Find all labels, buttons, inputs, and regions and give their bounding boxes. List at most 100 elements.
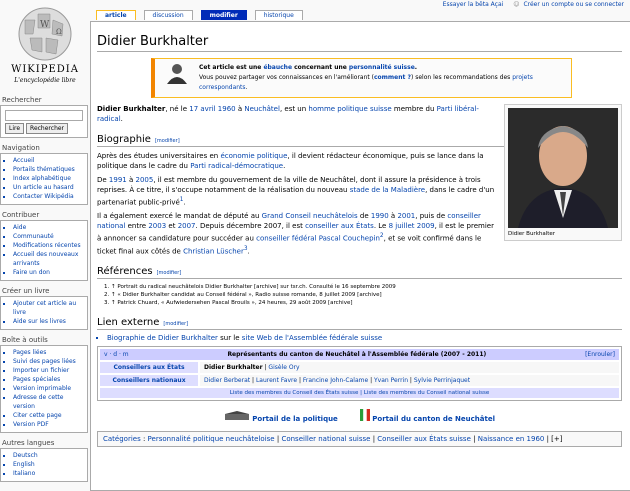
portrait-image (508, 108, 618, 228)
login-link[interactable]: Créer un compte ou se connecter (523, 1, 624, 8)
bio3-e: entre (125, 222, 149, 231)
navbox-member[interactable]: Sylvie Perrinjaquet (414, 377, 470, 384)
bio3-link-date[interactable]: 8 juillet 2009 (389, 222, 435, 230)
book-item-add[interactable]: Ajouter cet article au livre (13, 300, 76, 316)
contribute-item-community[interactable]: Communauté (13, 233, 54, 240)
tab-article[interactable]: article (96, 10, 136, 20)
tool-item-pdf[interactable]: Version PDF (13, 421, 49, 428)
references-edit-link[interactable]: [modifier] (157, 270, 182, 276)
tool-item-printable[interactable]: Version imprimable (13, 385, 71, 392)
stub-text-c: . (414, 64, 418, 71)
contribute-item-help[interactable]: Aide (13, 224, 26, 231)
tool-item-whatlinkshere[interactable]: Pages liées (13, 349, 46, 356)
navbox-group-etats[interactable]: Conseillers aux États (100, 361, 198, 373)
nav-item-random[interactable]: Un article au hasard (13, 184, 74, 191)
ext-link-biography[interactable]: Biographie de Didier Burkhalter (107, 334, 218, 342)
bio2-link-1991[interactable]: 1991 (109, 176, 127, 184)
intro-role-link[interactable]: homme politique suisse (308, 105, 391, 113)
search-heading: Rechercher (0, 94, 88, 106)
bio3-link-2003[interactable]: 2003 (148, 222, 166, 230)
navbox-member[interactable]: Francine John-Calame (303, 377, 368, 384)
navbox-vde[interactable]: v · d · m (104, 351, 129, 358)
external-link-edit-link[interactable]: [modifier] (163, 321, 188, 327)
nav-item-index[interactable]: Index alphabétique (13, 175, 71, 182)
reference-item[interactable]: ↑ « Didier Burkhalter candidat au Consei… (111, 291, 622, 299)
contribute-heading: Contribuer (0, 209, 88, 221)
category-item[interactable]: Conseiller national suisse (281, 435, 370, 443)
search-button[interactable]: Rechercher (26, 123, 69, 134)
lang-item-en[interactable]: English (13, 461, 35, 468)
tool-item-special-pages[interactable]: Pages spéciales (13, 376, 60, 383)
navbox-footer[interactable]: Liste des membres du Conseil des États s… (100, 387, 619, 398)
portrait-photo[interactable] (508, 108, 618, 228)
book-item-help[interactable]: Aide sur les livres (13, 318, 66, 325)
intro-t3: , est un (279, 105, 309, 113)
bio1-link-economy[interactable]: économie politique (220, 152, 287, 160)
book-heading: Créer un livre (0, 285, 88, 297)
book-portlet: Ajouter cet article au livre Aide sur le… (0, 297, 88, 330)
tool-item-upload[interactable]: Importer un fichier (13, 367, 69, 374)
references-heading: Références [modifier] (97, 266, 622, 279)
intro-city-link[interactable]: Neuchâtel (244, 105, 280, 113)
bio3-link-1990[interactable]: 1990 (371, 212, 389, 220)
portal-politics[interactable]: Portail de la politique (224, 410, 340, 423)
navbox-toggle[interactable]: [Enrouler] (585, 351, 615, 358)
stub-link-personality[interactable]: personnalité suisse (349, 64, 415, 71)
reference-item[interactable]: ↑ Patrick Chuard, « Aufwiedersehen Pasca… (111, 299, 622, 307)
stub-link-ebauche[interactable]: ébauche (263, 64, 292, 71)
category-item[interactable]: Naissance en 1960 (478, 435, 545, 443)
navbox-member[interactable]: Gisèle Ory (268, 364, 299, 371)
category-item[interactable]: Conseiller aux États suisse (377, 435, 471, 443)
stub-text-a: Cet article est une (199, 64, 264, 71)
bio2-link-2005[interactable]: 2005 (136, 176, 154, 184)
lang-item-it[interactable]: Italiano (13, 470, 35, 477)
biography-edit-link[interactable]: [modifier] (155, 138, 180, 144)
bio1-link-prd[interactable]: Parti radical-démocratique (190, 162, 283, 170)
tool-item-related-changes[interactable]: Suivi des pages liées (13, 358, 76, 365)
beta-link[interactable]: Essayer la bêta Açai (443, 1, 504, 8)
bio2-link-stadium[interactable]: stade de la Maladière (350, 186, 425, 194)
nav-item-portals[interactable]: Portails thématiques (13, 166, 75, 173)
bio3-link-etats[interactable]: conseiller aux États (305, 222, 374, 230)
portrait-icon (167, 64, 187, 84)
bio3-link-luscher[interactable]: Christian Lüscher (183, 247, 244, 255)
nav-item-home[interactable]: Accueil (13, 157, 34, 164)
category-expand[interactable]: [+] (551, 435, 562, 443)
portal-politics-label[interactable]: Portail de la politique (252, 415, 338, 423)
stub-link-how[interactable]: comment ? (374, 74, 411, 81)
bio3-link-2001[interactable]: 2001 (397, 212, 415, 220)
contribute-item-newcomers[interactable]: Accueil des nouveaux arrivants (13, 251, 78, 267)
bio3-b: de (357, 212, 371, 221)
tool-item-cite[interactable]: Citer cette page (13, 412, 62, 419)
lang-item-de[interactable]: Deutsch (13, 452, 38, 459)
reference-item[interactable]: ↑ Portrait du radical neuchâtelois Didie… (111, 283, 622, 291)
contribute-item-recent-changes[interactable]: Modifications récentes (13, 242, 81, 249)
bio3-link-grand-conseil[interactable]: Grand Conseil neuchâtelois (262, 212, 358, 220)
category-item[interactable]: Personnalité politique neuchâteloise (148, 435, 275, 443)
wikipedia-logo[interactable]: W Ω WIKIPEDIA L'encyclopédie libre (0, 0, 90, 90)
tab-discussion[interactable]: discussion (143, 10, 193, 20)
contribute-item-donate[interactable]: Faire un don (13, 269, 50, 276)
search-input[interactable] (5, 110, 83, 121)
navbox-member[interactable]: Laurent Favre (256, 377, 297, 384)
ext-link-assembly[interactable]: site Web de l'Assemblée fédérale suisse (242, 334, 382, 342)
intro-date-link[interactable]: 17 avril 1960 (189, 105, 235, 113)
go-button[interactable]: Lire (5, 123, 25, 134)
nav-item-contact[interactable]: Contacter Wikipédia (13, 193, 74, 200)
navbox-member: Didier Burkhalter (204, 363, 263, 371)
bio3-link-couchepin[interactable]: conseiller fédéral Pascal Couchepin (256, 235, 380, 243)
portal-neuchatel-label[interactable]: Portail du canton de Neuchâtel (372, 415, 495, 423)
categories-label[interactable]: Catégories (103, 435, 141, 443)
tab-history[interactable]: historique (254, 10, 303, 20)
navigation-portlet: Accueil Portails thématiques Index alpha… (0, 154, 88, 205)
navbox-member[interactable]: Yvan Perrin (374, 377, 408, 384)
navbox-member[interactable]: Didier Berberat (204, 377, 250, 384)
navbox-group-national[interactable]: Conseillers nationaux (100, 374, 198, 386)
tab-edit[interactable]: modifier (200, 10, 247, 20)
portal-neuchatel[interactable]: Portail du canton de Neuchâtel (360, 408, 495, 423)
bio3-link-2007[interactable]: 2007 (178, 222, 196, 230)
portals-bar: Portail de la politique Portail du canto… (97, 408, 622, 423)
external-link-heading: Lien externe [modifier] (97, 317, 622, 330)
tool-item-permalink[interactable]: Adresse de cette version (13, 394, 63, 410)
parliament-icon (225, 410, 250, 420)
